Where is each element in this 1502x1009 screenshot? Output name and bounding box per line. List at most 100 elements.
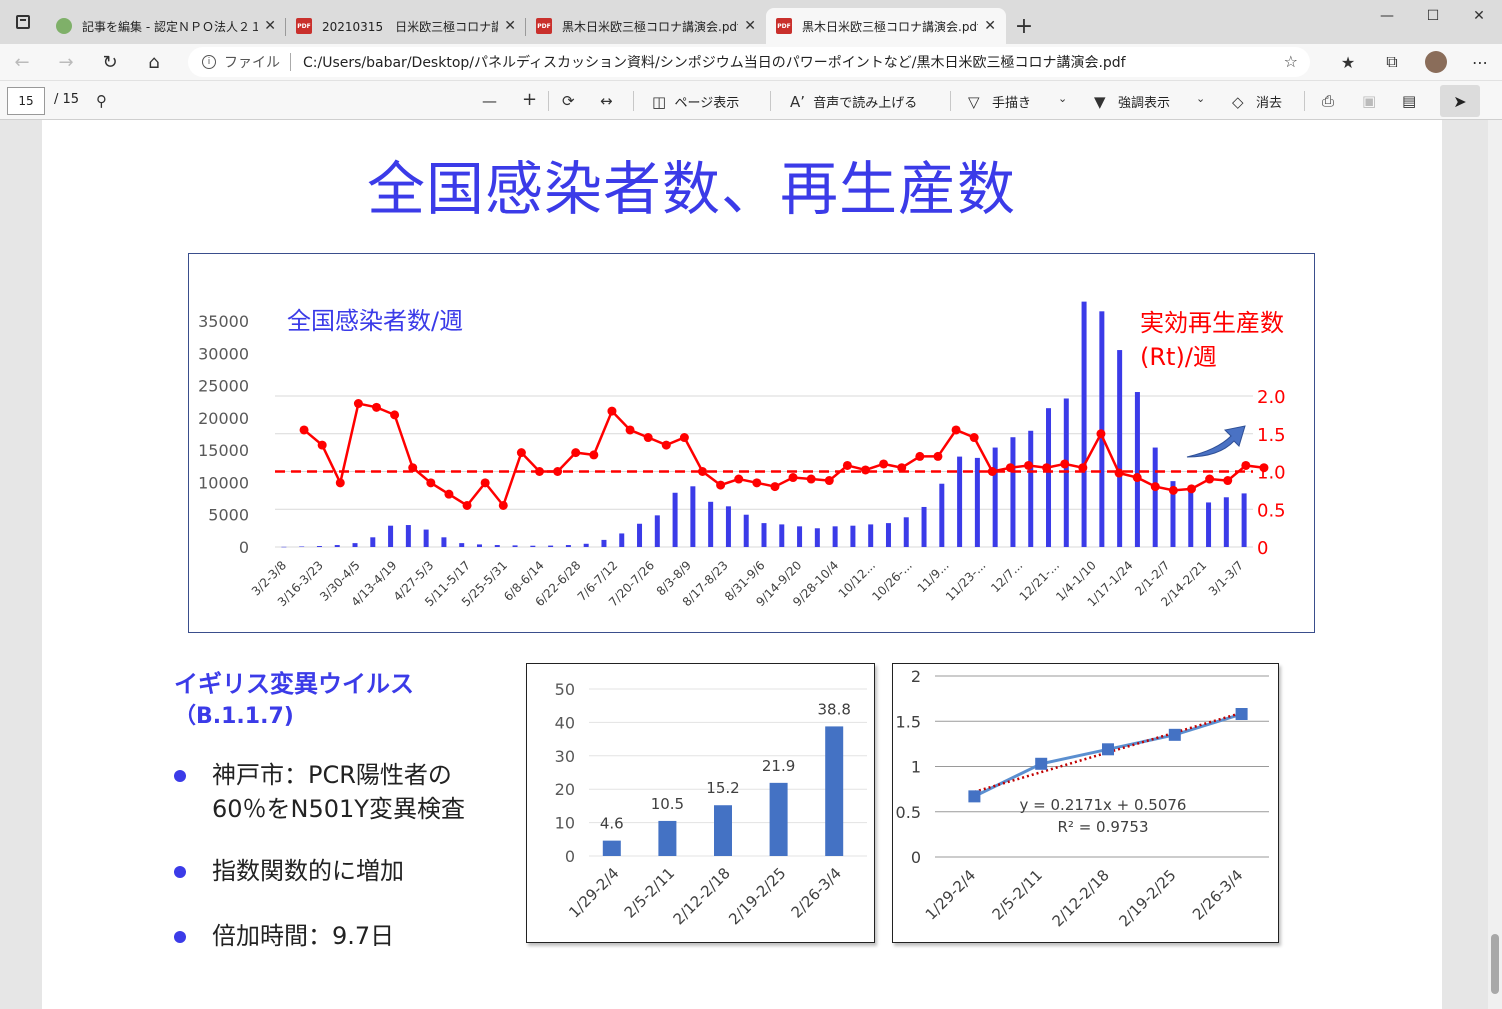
y-tick-label: 15000: [198, 441, 249, 460]
y-tick-label: 10000: [198, 473, 249, 492]
rt-point: [625, 425, 635, 435]
address-bar: ← → ↻ ⌂ i ファイル C:/Users/babar/Desktop/パネ…: [0, 44, 1502, 80]
main-chart-svg: 35000 30000 25000 20000 15000 10000 5000 0 2.0 1.…: [198, 301, 1286, 609]
x-tick-label: 2/26-3/4: [1189, 866, 1246, 923]
rt-point: [462, 500, 472, 510]
maximize-icon[interactable]: ☐: [1410, 0, 1456, 32]
info-icon[interactable]: i: [202, 55, 216, 69]
y-tick-label: 30000: [198, 344, 249, 363]
close-tab-icon[interactable]: ✕: [504, 18, 516, 34]
case-bar: [1099, 311, 1105, 547]
case-bar: [548, 545, 554, 547]
tab-title: 記事を編集 - 認定ＮＰＯ法人２１: [82, 19, 259, 34]
rt-point: [1259, 463, 1269, 473]
case-bar: [1206, 502, 1212, 547]
url-path: C:/Users/babar/Desktop/パネルディスカッション資料/シンポ…: [303, 55, 1126, 71]
case-bar: [885, 523, 891, 547]
close-tab-icon[interactable]: ✕: [984, 18, 996, 34]
pdf-toolbar: 15 / 15 ⚲ — + ⟳ ↔ ◫ ページ表示 A’ 音声で読み上げる ▽ …: [0, 80, 1502, 120]
window-controls: — ☐ ✕: [1364, 0, 1502, 32]
back-icon[interactable]: ←: [0, 44, 44, 80]
collections-icon[interactable]: ⧉: [1370, 44, 1414, 80]
search-icon[interactable]: ⚲: [96, 92, 107, 110]
print-icon[interactable]: ⎙: [1322, 92, 1334, 110]
erase-button[interactable]: ◇ 消去: [1232, 92, 1282, 112]
rt-point: [1114, 468, 1124, 478]
save-icon[interactable]: ▣: [1362, 92, 1376, 110]
case-bar: [441, 537, 447, 547]
browser-tab[interactable]: PDF 黒木日米欧三極コロナ講演会.pdf ✕: [526, 8, 766, 44]
rt-point: [1241, 460, 1251, 470]
minimize-icon[interactable]: —: [1364, 0, 1410, 32]
browser-tab[interactable]: PDF 20210315 日米欧三極コロナ講演 ✕: [286, 8, 526, 44]
zoom-in-icon[interactable]: +: [522, 89, 537, 110]
tab-strip: 記事を編集 - 認定ＮＰＯ法人２１ ✕ PDF 20210315 日米欧三極コロナ講演…: [0, 0, 1502, 44]
highlight-dropdown-icon[interactable]: ⌄: [1196, 92, 1205, 105]
rt-point: [643, 433, 653, 443]
case-bar: [281, 546, 287, 548]
rt-point: [408, 463, 418, 473]
draw-button[interactable]: ▽ 手描き: [968, 92, 1031, 112]
browser-tab[interactable]: PDF 黒木日米欧三極コロナ講演会.pdf ✕: [766, 8, 1006, 44]
profile-avatar[interactable]: [1425, 51, 1447, 73]
variant-bar: [658, 820, 677, 856]
refresh-icon[interactable]: ↻: [88, 44, 132, 80]
rt-point: [607, 406, 617, 416]
rt-point: [1150, 482, 1160, 492]
rt-point: [589, 450, 599, 460]
forward-icon[interactable]: →: [44, 44, 88, 80]
save-as-icon[interactable]: ▤: [1402, 92, 1416, 110]
case-bar: [494, 545, 500, 547]
fit-page-icon[interactable]: ↔: [600, 92, 613, 110]
browser-tab[interactable]: 記事を編集 - 認定ＮＰＯ法人２１ ✕: [46, 8, 286, 44]
x-tick-label: 2/12-2/18: [670, 864, 734, 928]
add-favorite-icon[interactable]: ☆: [1284, 52, 1298, 71]
case-bar: [654, 515, 660, 547]
highlight-label: 強調表示: [1117, 96, 1170, 111]
y-tick-label: 20000: [198, 409, 249, 428]
case-bar: [512, 545, 518, 547]
rt-point: [716, 480, 726, 490]
zoom-out-icon[interactable]: —: [482, 92, 497, 110]
main-chart: 35000 30000 25000 20000 15000 10000 5000 0 2.0 1.…: [188, 253, 1315, 633]
data-label: 4.6: [600, 815, 624, 833]
rotate-icon[interactable]: ⟳: [562, 92, 575, 110]
more-icon[interactable]: ⋯: [1458, 44, 1502, 80]
close-tab-icon[interactable]: ✕: [264, 18, 276, 34]
rt-point: [770, 482, 780, 492]
url-field[interactable]: i ファイル C:/Users/babar/Desktop/パネルディスカッショ…: [188, 47, 1310, 77]
case-bar: [423, 529, 429, 547]
rt-point: [535, 467, 544, 476]
bullet-line: 60％をN501Y変異検査: [212, 795, 465, 823]
trend-equation: y = 0.2171x + 0.5076: [1020, 796, 1187, 814]
favorites-icon[interactable]: ★: [1326, 44, 1370, 80]
page-number-input[interactable]: 15: [7, 87, 45, 115]
pdf-viewer: 全国感染者数、再生産数 35000 30000 25000 20000 15000 100…: [0, 120, 1502, 1009]
home-icon[interactable]: ⌂: [132, 44, 176, 80]
scrollbar-thumb[interactable]: [1491, 934, 1499, 994]
data-label: 15.2: [706, 779, 739, 797]
page-view-button[interactable]: ◫ ページ表示: [652, 92, 739, 112]
rt-point: [571, 448, 581, 458]
draw-label: 手描き: [991, 96, 1031, 111]
rt-point: [390, 410, 400, 420]
case-bar: [850, 525, 856, 547]
draw-dropdown-icon[interactable]: ⌄: [1058, 92, 1067, 105]
rt-point: [1205, 474, 1215, 484]
highlight-button[interactable]: ▼ 強調表示: [1094, 92, 1170, 112]
close-window-icon[interactable]: ✕: [1456, 0, 1502, 32]
rt-point: [969, 433, 979, 443]
draw-icon: ▽: [968, 92, 980, 111]
browser-actions: ★ ⧉ ⋯: [1326, 44, 1502, 80]
rt-point: [788, 473, 798, 483]
tab-actions-icon[interactable]: [0, 0, 46, 44]
tab-title: 黒木日米欧三極コロナ講演会.pdf: [562, 19, 739, 34]
pin-toolbar-icon[interactable]: ➤: [1440, 85, 1480, 117]
new-tab-button[interactable]: +: [1006, 8, 1042, 44]
close-tab-icon[interactable]: ✕: [744, 18, 756, 34]
bullet-text: 指数関数的に増加: [212, 857, 404, 885]
read-aloud-button[interactable]: A’ 音声で読み上げる: [790, 92, 917, 112]
data-label: 38.8: [817, 700, 850, 718]
case-bar: [672, 492, 678, 547]
scrollbar[interactable]: [1488, 120, 1502, 1009]
